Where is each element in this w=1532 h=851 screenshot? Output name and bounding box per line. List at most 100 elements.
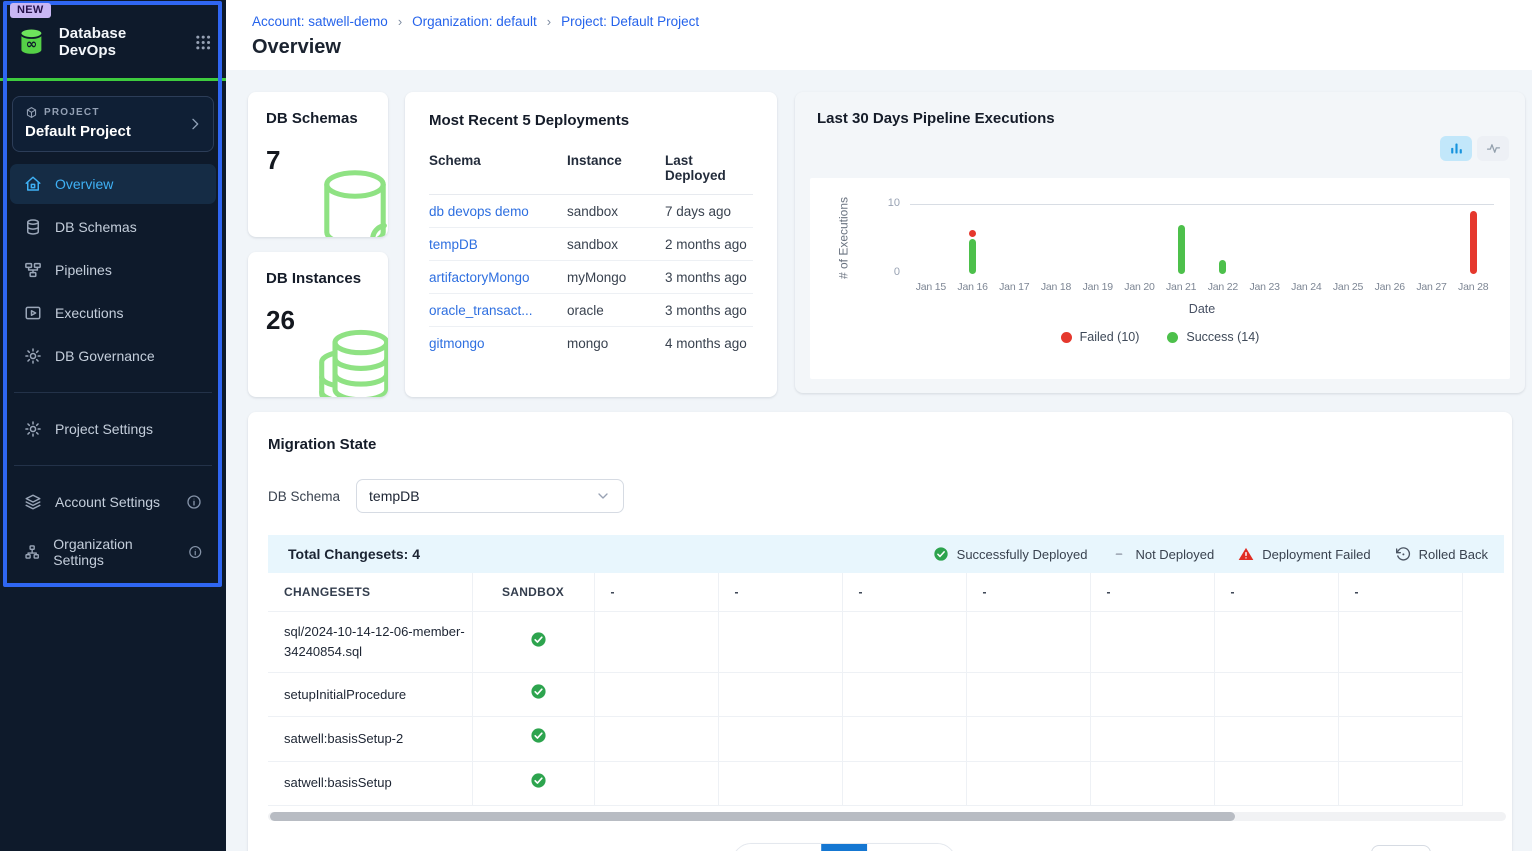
x-tick-label: Jan 20 [1119, 281, 1161, 293]
sidebar-item-project-settings[interactable]: Project Settings [10, 409, 216, 449]
legend-color-dot [1167, 332, 1178, 343]
total-changesets-label: Total Changesets: 4 [288, 546, 420, 562]
changesets-section: Total Changesets: 4 Successfully Deploye… [268, 535, 1504, 851]
changeset-empty-cell [966, 717, 1090, 761]
x-tick-label: Jan 16 [952, 281, 994, 293]
sidebar-item-db-schemas[interactable]: DB Schemas [10, 207, 216, 247]
schema-link[interactable]: oracle_transact... [429, 303, 533, 318]
database-icon [24, 218, 42, 236]
x-axis-label: Date [910, 302, 1494, 316]
sidebar-item-label: Organization Settings [53, 536, 174, 568]
deployments-column-header: Last Deployed [665, 143, 753, 195]
chart-bar-slot [1452, 205, 1494, 274]
chart-bar-slot [1369, 205, 1411, 274]
changesets-column-header: - [966, 573, 1090, 612]
brand-divider [0, 78, 226, 81]
breadcrumb-project[interactable]: Project: Default Project [561, 14, 699, 29]
deployment-row-schema: oracle_transact... [429, 294, 567, 327]
scrollbar-thumb[interactable] [270, 812, 1235, 821]
x-axis-tick-labels: Jan 15Jan 16Jan 17Jan 18Jan 19Jan 20Jan … [910, 281, 1494, 293]
rollback-icon [1395, 546, 1411, 562]
new-badge: NEW [10, 3, 51, 18]
legend-label: Success (14) [1186, 330, 1259, 344]
current-page-button[interactable]: 1 [821, 844, 867, 851]
changeset-empty-cell [842, 717, 966, 761]
changeset-empty-cell [718, 717, 842, 761]
changesets-summary-bar: Total Changesets: 4 Successfully Deploye… [268, 535, 1504, 573]
next-page-button[interactable]: Next [867, 844, 955, 851]
project-label: PROJECT [44, 107, 100, 118]
chart-bar-stack [1219, 260, 1226, 274]
deployment-row-schema: tempDB [429, 228, 567, 261]
changeset-empty-cell [594, 612, 718, 673]
sidebar-item-overview[interactable]: Overview [10, 164, 216, 204]
changeset-empty-cell [594, 717, 718, 761]
changesets-column-header: - [1214, 573, 1338, 612]
sidebar: NEW ∞ Database DevOps PROJECT Default Pr… [0, 0, 226, 851]
schema-link[interactable]: tempDB [429, 237, 478, 252]
sidebar-item-pipelines[interactable]: Pipelines [10, 250, 216, 290]
app-logo-icon: ∞ [14, 24, 49, 60]
changeset-empty-cell [594, 761, 718, 805]
breadcrumb-account[interactable]: Account: satwell-demo [252, 14, 388, 29]
changesets-column-header: - [842, 573, 966, 612]
app-switcher-icon[interactable] [194, 33, 212, 52]
migration-state-card: Migration State DB Schema tempDB Total C… [248, 412, 1512, 851]
chart-bar-slot [1160, 205, 1202, 274]
chart-bar-slot [1119, 205, 1161, 274]
schema-link[interactable]: db devops demo [429, 204, 529, 219]
schema-link[interactable]: gitmongo [429, 336, 485, 351]
sidebar-item-organization-settings[interactable]: Organization Settings [10, 525, 216, 579]
deployment-row-last-deployed: 3 months ago [665, 261, 753, 294]
deployment-row-instance: mongo [567, 327, 665, 359]
sidebar-item-db-governance[interactable]: DB Governance [10, 336, 216, 376]
horizontal-scrollbar[interactable] [268, 812, 1506, 821]
project-selector[interactable]: PROJECT Default Project [12, 96, 214, 152]
status-legend-label: Rolled Back [1419, 547, 1488, 562]
deployment-row-last-deployed: 2 months ago [665, 228, 753, 261]
changeset-empty-cell [718, 761, 842, 805]
deployments-column-header: Instance [567, 143, 665, 195]
breadcrumb-organization[interactable]: Organization: default [412, 14, 537, 29]
deployment-row-instance: myMongo [567, 261, 665, 294]
schema-link[interactable]: artifactoryMongo [429, 270, 530, 285]
changeset-empty-cell [1338, 761, 1462, 805]
sidebar-nav-tertiary: Account Settings Organization Settings [0, 482, 226, 579]
changeset-row: satwell:basisSetup-2 [268, 717, 1462, 761]
x-tick-label: Jan 17 [993, 281, 1035, 293]
changeset-name-cell: setupInitialProcedure [268, 673, 472, 717]
deployment-row-last-deployed: 3 months ago [665, 294, 753, 327]
stat-card-title: DB Instances [266, 270, 370, 287]
changeset-empty-cell [1090, 612, 1214, 673]
x-tick-label: Jan 15 [910, 281, 952, 293]
pagination: Prev 1 Next [732, 843, 956, 851]
chart-bar-slot [1285, 205, 1327, 274]
line-chart-toggle-button[interactable] [1477, 136, 1509, 161]
sidebar-item-executions[interactable]: Executions [10, 293, 216, 333]
status-legend-item: Successfully Deployed [933, 546, 1088, 562]
sidebar-divider [14, 392, 212, 393]
changeset-empty-cell [1090, 717, 1214, 761]
page-size-select[interactable]: 10 [1371, 845, 1431, 851]
sidebar-item-label: DB Governance [55, 348, 155, 364]
chart-bar-slot [952, 205, 994, 274]
chart-bar-stack [1178, 225, 1185, 274]
failed-bar-segment [969, 230, 976, 237]
deployment-row-instance: sandbox [567, 195, 665, 228]
breadcrumb: Account: satwell-demo › Organization: de… [252, 14, 1506, 29]
changeset-empty-cell [966, 761, 1090, 805]
project-cube-icon [25, 106, 38, 119]
info-icon[interactable] [188, 544, 202, 560]
sidebar-item-account-settings[interactable]: Account Settings [10, 482, 216, 522]
status-legend: Successfully DeployedNot DeployedDeploym… [933, 546, 1488, 562]
bar-chart-toggle-button[interactable] [1440, 136, 1472, 161]
check-circle-icon [530, 727, 547, 744]
db-schema-select[interactable]: tempDB [356, 479, 624, 513]
info-icon[interactable] [186, 494, 202, 510]
db-schema-label: DB Schema [268, 489, 340, 504]
prev-page-button[interactable]: Prev [733, 844, 821, 851]
changeset-empty-cell [718, 673, 842, 717]
topbar: Account: satwell-demo › Organization: de… [226, 0, 1532, 70]
deployments-title: Most Recent 5 Deployments [429, 112, 753, 129]
check-circle-icon [530, 683, 547, 700]
